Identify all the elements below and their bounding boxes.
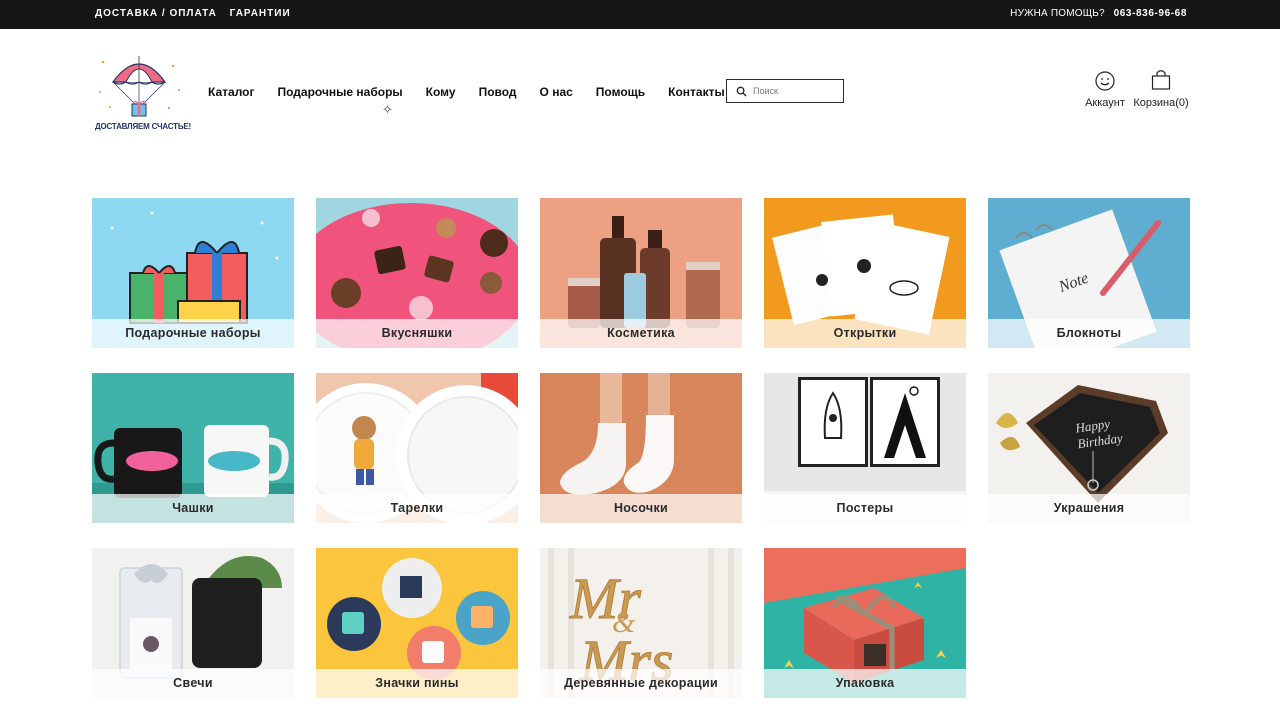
smiley-icon: [1095, 71, 1115, 91]
category-label: Носочки: [540, 494, 742, 523]
logo-slogan: ДОСТАВЛЯЕМ СЧАСТЬЕ!: [95, 122, 192, 131]
category-tile-packaging[interactable]: Упаковка: [764, 548, 966, 698]
help-contact: НУЖНА ПОМОЩЬ? 063-836-96-68: [1010, 8, 1187, 19]
category-tile-jewelry[interactable]: Happy Birthday Украшения: [988, 373, 1190, 523]
category-label: Упаковка: [764, 669, 966, 698]
category-label: Украшения: [988, 494, 1190, 523]
category-label: Значки пины: [316, 669, 518, 698]
search-icon: [736, 86, 747, 97]
category-tile-plates[interactable]: Тарелки: [316, 373, 518, 523]
account-link[interactable]: Аккаунт: [1083, 70, 1127, 109]
search-input[interactable]: [753, 86, 838, 96]
category-tile-treats[interactable]: Вкусняшки: [316, 198, 518, 348]
nav-about[interactable]: О нас: [540, 85, 573, 99]
category-label: Открытки: [764, 319, 966, 348]
category-tile-mugs[interactable]: Чашки: [92, 373, 294, 523]
category-label: Подарочные наборы: [92, 319, 294, 348]
category-tile-cosmetics[interactable]: Косметика: [540, 198, 742, 348]
nav-gift-sets[interactable]: Подарочные наборы: [278, 85, 403, 99]
sparkle-cursor-icon: ✧: [382, 102, 393, 117]
nav-help[interactable]: Помощь: [596, 85, 645, 99]
category-tile-postcards[interactable]: Открытки: [764, 198, 966, 348]
category-tile-candles[interactable]: Свечи: [92, 548, 294, 698]
phone-number[interactable]: 063-836-96-68: [1114, 8, 1187, 19]
category-label: Тарелки: [316, 494, 518, 523]
category-label: Блокноты: [988, 319, 1190, 348]
top-bar-links: ДОСТАВКА / ОПЛАТА ГАРАНТИИ: [95, 8, 300, 19]
cart-link[interactable]: Корзина(0): [1131, 68, 1191, 109]
nav-catalog[interactable]: Каталог: [208, 85, 255, 99]
delivery-payment-link[interactable]: ДОСТАВКА / ОПЛАТА: [95, 8, 217, 19]
nav-for-whom[interactable]: Кому: [426, 85, 456, 99]
category-tile-posters[interactable]: Постеры: [764, 373, 966, 523]
category-label: Деревянные декорации: [540, 669, 742, 698]
category-label: Косметика: [540, 319, 742, 348]
category-tile-socks[interactable]: Носочки: [540, 373, 742, 523]
category-tile-wooden-decor[interactable]: Mr & Mrs Деревянные декорации: [540, 548, 742, 698]
cart-count: (0): [1175, 97, 1189, 109]
site-logo[interactable]: ДОСТАВЛЯЕМ СЧАСТЬЕ!: [95, 52, 192, 134]
cart-label: Корзина: [1133, 97, 1176, 109]
nav-contacts[interactable]: Контакты: [668, 85, 725, 99]
category-tile-pin-badges[interactable]: Значки пины: [316, 548, 518, 698]
guarantees-link[interactable]: ГАРАНТИИ: [230, 8, 291, 19]
category-tile-notebooks[interactable]: Note Блокноты: [988, 198, 1190, 348]
category-label: Свечи: [92, 669, 294, 698]
top-bar: ДОСТАВКА / ОПЛАТА ГАРАНТИИ НУЖНА ПОМОЩЬ?…: [0, 0, 1280, 29]
category-label: Вкусняшки: [316, 319, 518, 348]
category-tile-gift-sets[interactable]: Подарочные наборы: [92, 198, 294, 348]
account-label: Аккаунт: [1085, 97, 1125, 109]
category-label: Постеры: [764, 494, 966, 523]
main-nav: Каталог Подарочные наборы Кому Повод О н…: [208, 85, 748, 99]
help-text: НУЖНА ПОМОЩЬ?: [1010, 8, 1105, 19]
shopping-bag-icon: [1151, 70, 1171, 90]
parachute-logo-icon: [99, 56, 180, 117]
category-label: Чашки: [92, 494, 294, 523]
search-box[interactable]: [726, 79, 844, 103]
nav-occasion[interactable]: Повод: [479, 85, 517, 99]
